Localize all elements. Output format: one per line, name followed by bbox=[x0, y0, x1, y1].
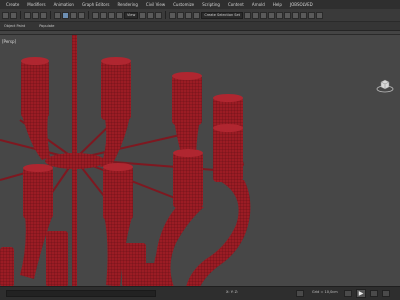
candle-holder bbox=[153, 149, 204, 286]
layer-explorer-icon[interactable] bbox=[268, 11, 276, 19]
coordinate-readout: X: Y: Z: bbox=[226, 290, 239, 294]
status-bar: X: Y: Z: Grid = 10,0cm ▶ bbox=[0, 286, 400, 300]
render-production-icon[interactable] bbox=[316, 11, 324, 19]
unlink-icon[interactable] bbox=[32, 11, 39, 19]
link-icon[interactable] bbox=[24, 11, 31, 19]
curve-editor-icon[interactable] bbox=[276, 11, 284, 19]
chandelier-model bbox=[0, 35, 251, 286]
grid-size-readout: Grid = 10,0cm bbox=[312, 290, 338, 294]
schematic-view-icon[interactable] bbox=[284, 11, 292, 19]
select-object-icon[interactable] bbox=[54, 11, 61, 19]
pivot-center-icon[interactable] bbox=[139, 11, 147, 19]
menu-modifiers[interactable]: Modifiers bbox=[23, 2, 49, 7]
bind-space-warp-icon[interactable] bbox=[40, 11, 47, 19]
maxscript-listener[interactable] bbox=[6, 290, 156, 297]
menu-arnold[interactable]: Arnold bbox=[248, 2, 269, 7]
scale-icon[interactable] bbox=[108, 11, 115, 19]
perspective-viewport[interactable]: [Persp] bbox=[0, 34, 400, 286]
rectangular-selection-icon[interactable] bbox=[70, 11, 77, 19]
viewcube-icon[interactable] bbox=[376, 79, 394, 93]
render-setup-icon[interactable] bbox=[300, 11, 308, 19]
time-config-icon[interactable] bbox=[382, 290, 390, 297]
candle-holder bbox=[21, 57, 50, 160]
placement-icon[interactable] bbox=[116, 11, 123, 19]
go-to-end-icon[interactable] bbox=[370, 290, 378, 297]
menu-customize[interactable]: Customize bbox=[169, 2, 198, 7]
keyboard-shortcut-icon[interactable] bbox=[155, 11, 163, 19]
redo-icon[interactable] bbox=[10, 11, 17, 19]
select-by-name-icon[interactable] bbox=[62, 11, 69, 19]
go-to-start-icon[interactable] bbox=[344, 290, 352, 297]
scene-explorer-icon[interactable] bbox=[260, 11, 268, 19]
percent-snap-icon[interactable] bbox=[185, 11, 193, 19]
menu-bar: Create Modifiers Animation Graph Editors… bbox=[0, 0, 400, 9]
play-icon[interactable]: ▶ bbox=[356, 289, 366, 298]
lock-selection-icon[interactable] bbox=[296, 290, 304, 297]
toolbar-divider bbox=[165, 11, 167, 19]
menu-animation[interactable]: Animation bbox=[50, 2, 78, 7]
menu-create[interactable]: Create bbox=[2, 2, 23, 7]
move-icon[interactable] bbox=[92, 11, 99, 19]
align-icon[interactable] bbox=[252, 11, 260, 19]
menu-rendering[interactable]: Rendering bbox=[113, 2, 141, 7]
menu-help[interactable]: Help bbox=[269, 2, 286, 7]
tab-object-paint[interactable]: Object Paint bbox=[4, 24, 25, 28]
select-manipulate-icon[interactable] bbox=[147, 11, 155, 19]
candle-holder bbox=[100, 57, 131, 167]
menu-graph-editors[interactable]: Graph Editors bbox=[78, 2, 113, 7]
hub-disk bbox=[45, 153, 105, 169]
toolbar-divider bbox=[88, 11, 89, 19]
angle-snap-icon[interactable] bbox=[177, 11, 185, 19]
menu-jobsolved[interactable]: JOBSOLVED bbox=[286, 2, 317, 7]
toolbar-divider bbox=[50, 11, 51, 19]
rotate-icon[interactable] bbox=[100, 11, 107, 19]
tab-populate[interactable]: Populate bbox=[39, 24, 54, 28]
window-crossing-icon[interactable] bbox=[78, 11, 85, 19]
undo-icon[interactable] bbox=[2, 11, 9, 19]
material-editor-icon[interactable] bbox=[292, 11, 300, 19]
mirror-icon[interactable] bbox=[244, 11, 252, 19]
snaps-toggle-icon[interactable] bbox=[169, 11, 177, 19]
selection-set-dropdown[interactable]: Create Selection Set bbox=[201, 11, 244, 19]
menu-civil-view[interactable]: Civil View bbox=[142, 2, 169, 7]
ribbon-tabs: Object Paint Populate bbox=[0, 22, 400, 31]
reference-coordinate-dropdown[interactable]: View bbox=[124, 11, 139, 19]
menu-scripting[interactable]: Scripting bbox=[198, 2, 224, 7]
main-toolbar: View Create Selection Set bbox=[0, 9, 400, 22]
rendered-frame-icon[interactable] bbox=[308, 11, 316, 19]
menu-content[interactable]: Content bbox=[224, 2, 248, 7]
spinner-snap-icon[interactable] bbox=[193, 11, 201, 19]
toolbar-divider bbox=[20, 11, 21, 19]
